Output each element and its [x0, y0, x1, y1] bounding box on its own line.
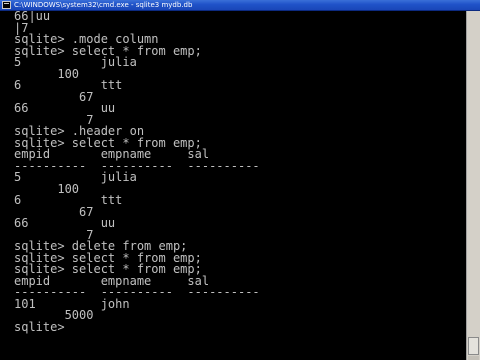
window-title: C:\WINDOWS\system32\cmd.exe - sqlite3 my…: [14, 1, 193, 9]
console-text: 66|uu |7 sqlite> .mode column sqlite> se…: [0, 11, 466, 333]
console-output[interactable]: 66|uu |7 sqlite> .mode column sqlite> se…: [0, 11, 466, 360]
console-line: sqlite>: [14, 319, 65, 334]
cmd-window: C:\WINDOWS\system32\cmd.exe - sqlite3 my…: [0, 0, 480, 360]
console-icon-prompt: [4, 3, 9, 4]
console-icon[interactable]: [2, 1, 11, 9]
scrollbar-thumb[interactable]: [468, 337, 479, 355]
vertical-scrollbar[interactable]: [466, 11, 480, 360]
title-bar[interactable]: C:\WINDOWS\system32\cmd.exe - sqlite3 my…: [0, 0, 480, 11]
scroll-down-arrow-icon[interactable]: [468, 356, 479, 360]
